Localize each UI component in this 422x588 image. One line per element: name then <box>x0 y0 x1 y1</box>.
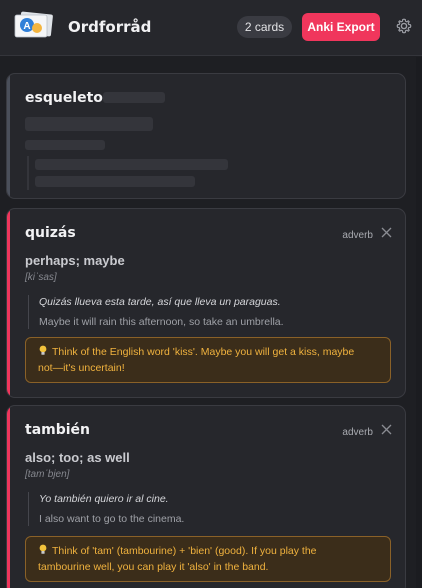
lightbulb-icon <box>39 345 47 355</box>
scrollbar[interactable] <box>416 57 422 588</box>
skeleton-divider <box>27 156 29 190</box>
example-block: Quizás llueva esta tarde, así que lleva … <box>28 295 368 329</box>
vocab-card: también adverb also; too; as well [tamˈb… <box>6 405 406 588</box>
card-pronunciation: [kiˈsas] <box>25 272 57 283</box>
example-block: Yo también quiero ir al cine. I also wan… <box>28 492 368 526</box>
loading-card: esqueleto <box>6 73 406 199</box>
app-title: Ordforråd <box>68 18 152 36</box>
skeleton-bar <box>103 92 165 103</box>
card-word: esqueleto <box>25 90 103 106</box>
part-of-speech: adverb <box>342 427 373 438</box>
tip-text-line1: Think of 'tam' (tambourine) + 'bien' (go… <box>52 545 317 557</box>
skeleton-bar <box>25 140 105 150</box>
mnemonic-tip: Think of the English word 'kiss'. Maybe … <box>25 337 391 383</box>
lightbulb-icon <box>39 544 47 554</box>
flashcards-logo-icon: A <box>14 11 53 38</box>
card-list[interactable]: esqueleto quizás adverb perhaps; maybe [… <box>0 57 416 588</box>
part-of-speech: adverb <box>342 230 373 241</box>
vocab-card: quizás adverb perhaps; maybe [kiˈsas] Qu… <box>6 208 406 398</box>
card-count-badge: 2 cards <box>237 16 292 38</box>
card-accent-bar <box>7 74 10 198</box>
mnemonic-tip: Think of 'tam' (tambourine) + 'bien' (go… <box>25 536 391 582</box>
svg-text:A: A <box>23 21 30 32</box>
skeleton-bar <box>25 117 153 131</box>
card-meaning: perhaps; maybe <box>25 253 125 268</box>
card-word: quizás <box>25 225 76 241</box>
card-accent-bar <box>7 209 10 397</box>
close-icon[interactable] <box>381 227 392 238</box>
card-accent-bar <box>7 406 10 588</box>
tip-text-line2: not—it's uncertain! <box>38 362 125 374</box>
card-word: también <box>25 422 91 438</box>
anki-export-button[interactable]: Anki Export <box>302 13 380 41</box>
skeleton-bar <box>35 159 228 170</box>
app-header: A Ordforråd 2 cards Anki Export <box>0 0 422 56</box>
skeleton-bar <box>35 176 195 187</box>
example-sentence: Quizás llueva esta tarde, así que lleva … <box>39 296 281 308</box>
gear-icon[interactable] <box>396 18 412 34</box>
card-meaning: also; too; as well <box>25 450 130 465</box>
example-translation: I also want to go to the cinema. <box>39 513 185 525</box>
example-sentence: Yo también quiero ir al cine. <box>39 493 169 505</box>
tip-text-line1: Think of the English word 'kiss'. Maybe … <box>52 346 355 358</box>
tip-text-line2: tambourine well, you can play it 'also' … <box>38 561 269 573</box>
example-translation: Maybe it will rain this afternoon, so ta… <box>39 316 284 328</box>
card-pronunciation: [tamˈbjen] <box>25 469 70 480</box>
close-icon[interactable] <box>381 424 392 435</box>
